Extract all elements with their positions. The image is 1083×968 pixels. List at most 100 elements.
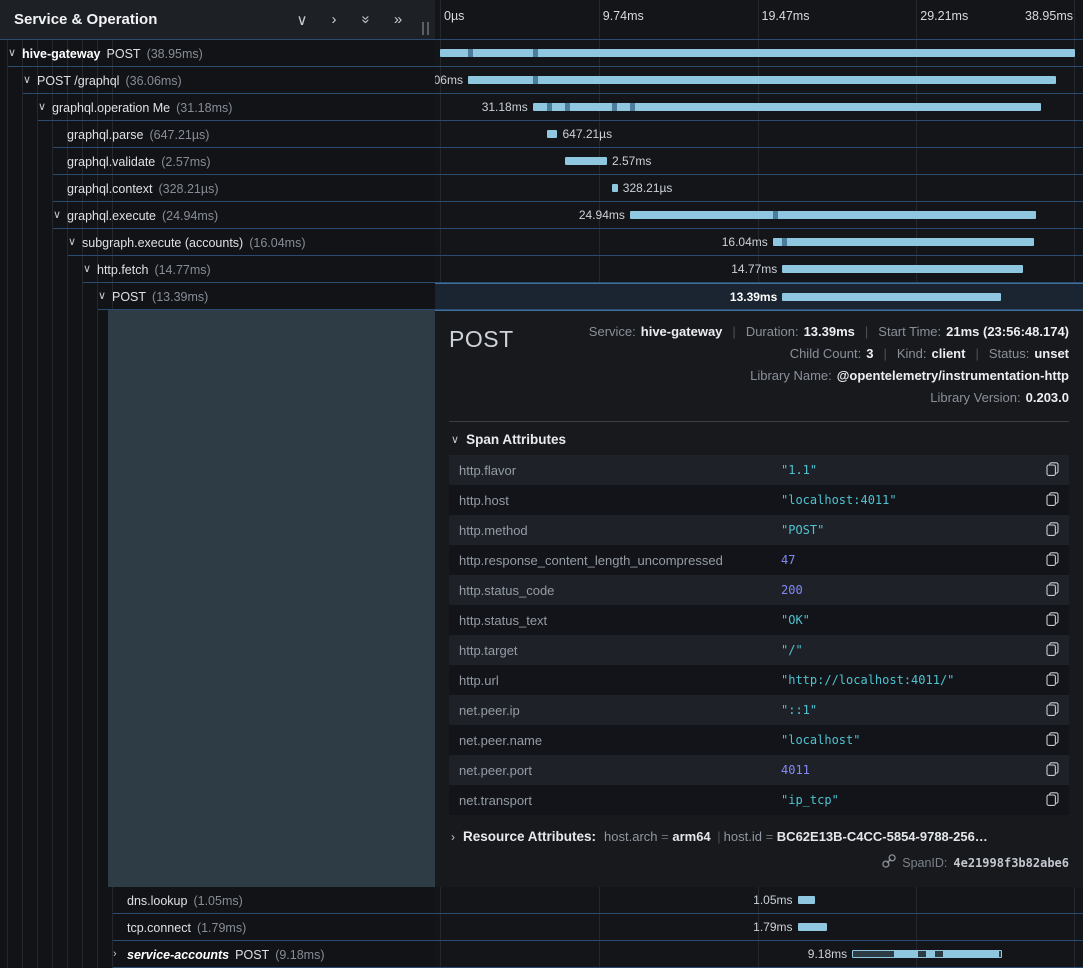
span-bar[interactable] xyxy=(440,49,1075,57)
bar-duration-label: 16.04ms xyxy=(722,229,768,256)
resource-attributes-toggle[interactable]: › Resource Attributes: host.arch = arm64… xyxy=(451,829,1069,844)
selected-span-block xyxy=(108,310,435,887)
span-tree-row[interactable]: ∨graphql.execute(24.94ms) xyxy=(0,202,435,229)
span-bar-row[interactable]: 31.18ms xyxy=(435,94,1083,121)
span-operation-name: graphql.execute xyxy=(67,209,156,223)
span-bar-row[interactable]: 1.79ms xyxy=(435,914,1083,941)
chevron-down-icon[interactable]: ∨ xyxy=(38,94,52,121)
span-bar-row[interactable]: 14.77ms xyxy=(435,256,1083,283)
span-bar[interactable] xyxy=(782,265,1023,273)
attribute-key: http.status_text xyxy=(459,613,781,628)
panel-resize-handle[interactable] xyxy=(422,22,429,35)
timeline-tick-label: 19.47ms xyxy=(762,9,810,23)
span-tree-row[interactable]: graphql.context(328.21µs) xyxy=(0,175,435,202)
span-bar[interactable] xyxy=(547,130,558,138)
copy-button[interactable] xyxy=(1033,582,1059,599)
chevron-down-icon[interactable]: ∨ xyxy=(8,40,22,67)
collapse-all-icon[interactable]: » xyxy=(358,12,375,28)
expand-all-icon[interactable]: » xyxy=(390,11,406,28)
ruler-inner: 0µs 9.74ms 19.47ms 29.21ms 38.95ms xyxy=(440,0,1075,39)
attribute-value: "ip_tcp" xyxy=(781,793,1033,807)
chevron-down-icon[interactable]: ∨ xyxy=(23,67,37,94)
span-tree-row[interactable]: tcp.connect(1.79ms) xyxy=(0,914,435,941)
span-duration: (16.04ms) xyxy=(249,236,305,250)
span-bar-row[interactable]: 9.18ms xyxy=(435,941,1083,968)
span-duration: (1.05ms) xyxy=(193,894,242,908)
span-bar[interactable] xyxy=(773,238,1035,246)
span-tree-row[interactable]: graphql.validate(2.57ms) xyxy=(0,148,435,175)
plot-inner: 1.05ms xyxy=(440,887,1075,913)
span-bar-row[interactable]: 16.04ms xyxy=(435,229,1083,256)
meta-label: Child Count: xyxy=(790,346,862,361)
span-bar[interactable] xyxy=(798,896,815,904)
expand-one-icon[interactable]: › xyxy=(326,11,342,28)
span-bar-row[interactable]: 36.06ms xyxy=(435,67,1083,94)
span-bar-row[interactable]: 13.39ms xyxy=(435,283,1083,310)
copy-button[interactable] xyxy=(1033,762,1059,779)
detail-footer: SpanID: 4e21998f3b82abe6 xyxy=(449,854,1069,871)
copy-button[interactable] xyxy=(1033,552,1059,569)
copy-button[interactable] xyxy=(1033,642,1059,659)
child-start-marker xyxy=(565,103,570,111)
attribute-key: net.peer.port xyxy=(459,763,781,778)
span-operation-name: graphql.parse xyxy=(67,128,143,142)
span-bar-row[interactable]: 1.05ms xyxy=(435,887,1083,914)
span-bar-row[interactable] xyxy=(435,40,1083,67)
span-bar-row[interactable]: 328.21µs xyxy=(435,175,1083,202)
span-bar[interactable] xyxy=(798,923,827,931)
bar-duration-label: 2.57ms xyxy=(612,148,651,175)
resource-equals: = xyxy=(766,829,777,844)
attribute-value: "OK" xyxy=(781,613,1033,627)
copy-button[interactable] xyxy=(1033,492,1059,509)
copy-button[interactable] xyxy=(1033,672,1059,689)
collapse-one-icon[interactable]: ∨ xyxy=(294,11,310,29)
chevron-down-icon[interactable]: ∨ xyxy=(98,283,112,310)
span-tree-row[interactable]: dns.lookup (1.05ms) xyxy=(0,887,435,914)
chevron-down-icon[interactable]: ∨ xyxy=(68,229,82,256)
timeline-ruler: 0µs 9.74ms 19.47ms 29.21ms 38.95ms xyxy=(435,0,1083,40)
copy-button[interactable] xyxy=(1033,792,1059,809)
span-tree-row[interactable]: ∨graphql.operation Me(31.18ms) xyxy=(0,94,435,121)
span-duration: (2.57ms) xyxy=(161,155,210,169)
copy-button[interactable] xyxy=(1033,702,1059,719)
span-bar-row[interactable]: 2.57ms xyxy=(435,148,1083,175)
span-tree-row[interactable]: ∨POST /graphql(36.06ms) xyxy=(0,67,435,94)
span-tree-row[interactable]: ∨hive-gatewayPOST(38.95ms) xyxy=(0,40,435,67)
span-duration: (36.06ms) xyxy=(125,74,181,88)
span-bar-row[interactable]: 24.94ms xyxy=(435,202,1083,229)
span-bar[interactable] xyxy=(782,293,1000,301)
attribute-row: http.status_code200 xyxy=(449,575,1069,605)
chevron-down-icon[interactable]: ∨ xyxy=(53,202,67,229)
span-bar[interactable] xyxy=(533,103,1042,111)
child-start-marker xyxy=(782,238,787,246)
copy-button[interactable] xyxy=(1033,612,1059,629)
child-start-marker xyxy=(533,49,538,57)
span-tree-row[interactable]: ∨POST(13.39ms) xyxy=(0,283,435,310)
attribute-value: 47 xyxy=(781,553,1033,567)
meta-label: Status: xyxy=(989,346,1029,361)
attribute-key: net.peer.name xyxy=(459,733,781,748)
span-id-value: 4e21998f3b82abe6 xyxy=(953,856,1069,870)
span-operation-name: dns.lookup xyxy=(127,894,187,908)
copy-button[interactable] xyxy=(1033,732,1059,749)
span-operation-name: tcp.connect xyxy=(127,921,191,935)
span-bar[interactable] xyxy=(630,211,1036,219)
span-bar[interactable] xyxy=(468,76,1056,84)
meta-separator: | xyxy=(883,346,886,361)
span-bar-row[interactable]: 647.21µs xyxy=(435,121,1083,148)
span-tree-row[interactable]: ∨subgraph.execute (accounts)(16.04ms) xyxy=(0,229,435,256)
chevron-right-icon[interactable]: › xyxy=(113,941,127,968)
span-tree-row[interactable]: ›service-accountsPOST(9.18ms) xyxy=(0,941,435,968)
span-tree-row[interactable]: ∨http.fetch(14.77ms) xyxy=(0,256,435,283)
tree-rows-bottom: dns.lookup (1.05ms) tcp.connect(1.79ms)›se… xyxy=(0,887,435,968)
copy-icon xyxy=(1046,462,1059,479)
copy-button[interactable] xyxy=(1033,462,1059,479)
span-bar[interactable] xyxy=(852,950,1002,958)
span-bar[interactable] xyxy=(565,157,607,165)
span-attributes-toggle[interactable]: ∨ Span Attributes xyxy=(451,432,1069,447)
plot-inner: 2.57ms xyxy=(440,148,1075,174)
span-bar[interactable] xyxy=(612,184,618,192)
copy-button[interactable] xyxy=(1033,522,1059,539)
span-tree-row[interactable]: graphql.parse(647.21µs) xyxy=(0,121,435,148)
chevron-down-icon[interactable]: ∨ xyxy=(83,256,97,283)
